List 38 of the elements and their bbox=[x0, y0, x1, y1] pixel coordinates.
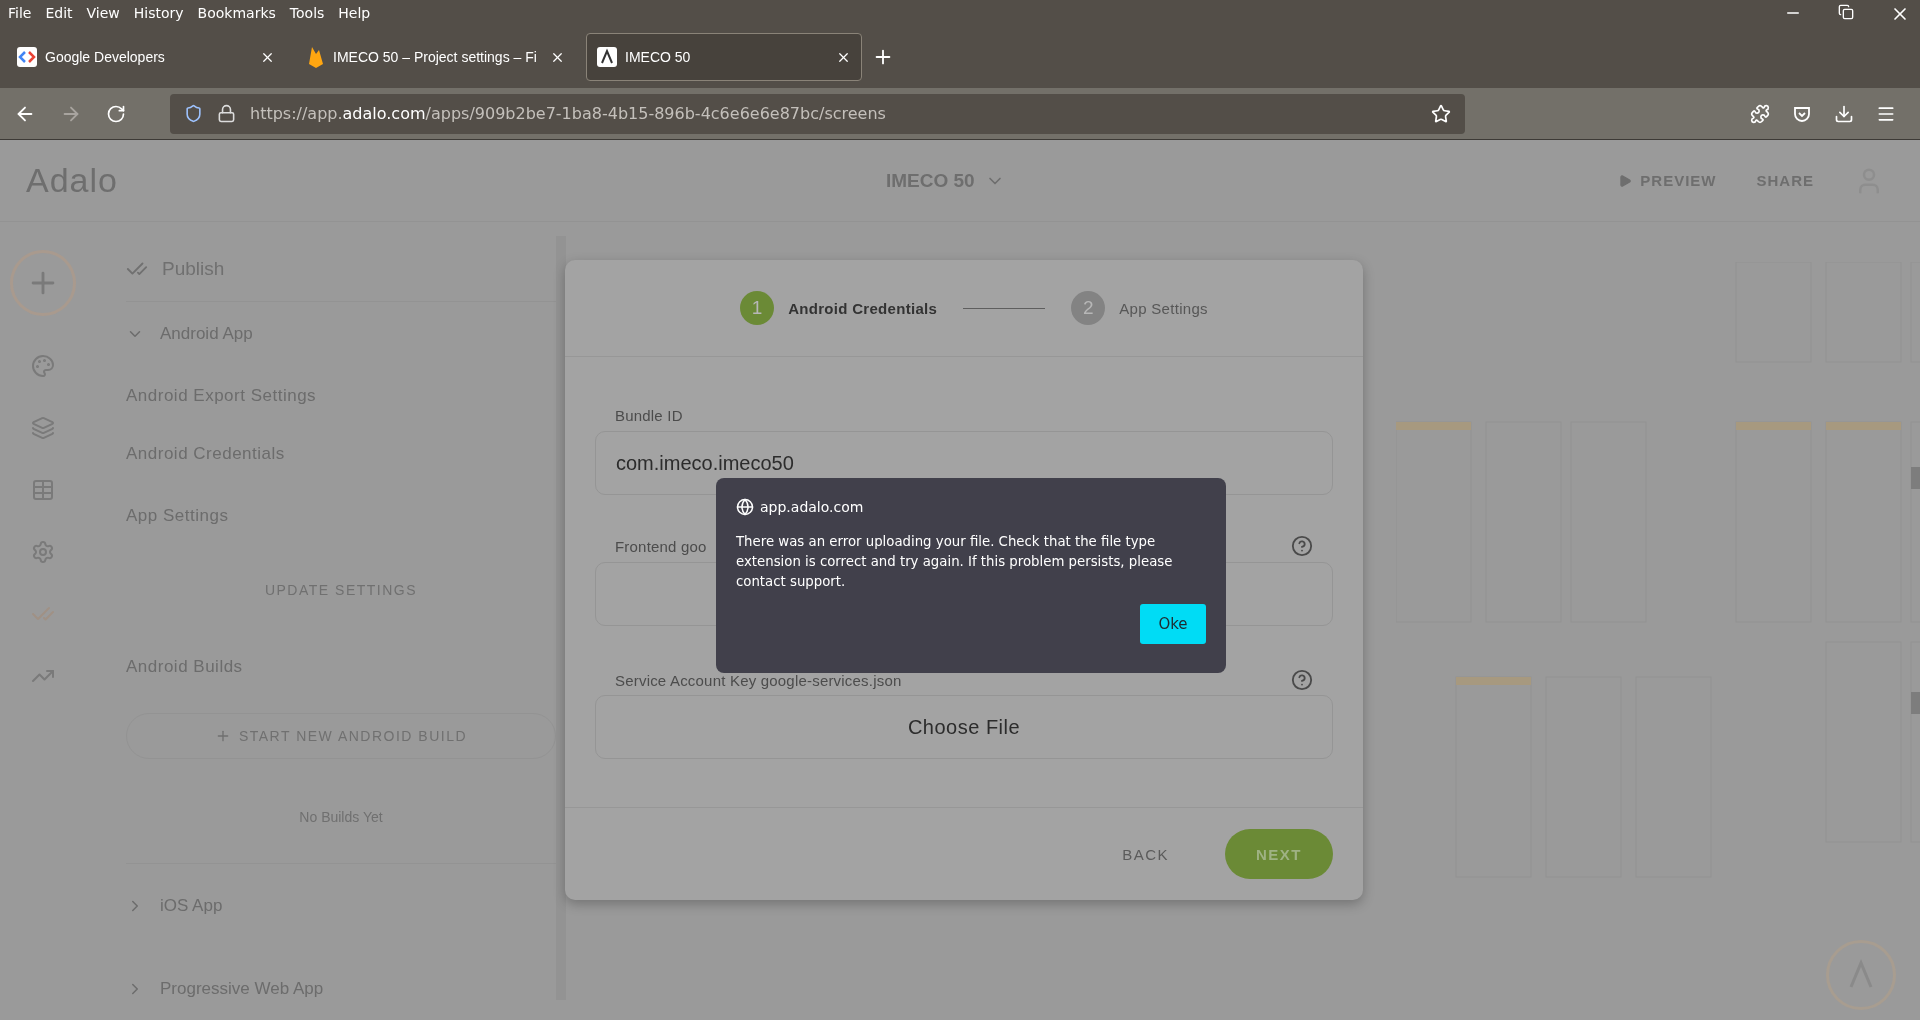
puzzle-icon[interactable] bbox=[1750, 103, 1770, 124]
menu-item[interactable]: View bbox=[86, 5, 120, 21]
tab-title: IMECO 50 bbox=[625, 49, 692, 65]
dialog-origin: app.adalo.com bbox=[760, 499, 864, 515]
step-label: Android Credentials bbox=[788, 299, 938, 317]
lock-icon bbox=[217, 104, 236, 123]
menu-item[interactable]: Edit bbox=[45, 5, 73, 21]
shield-icon bbox=[184, 104, 203, 123]
help-icon[interactable] bbox=[1291, 669, 1313, 691]
field-label: Service Account Key google-services.json bbox=[615, 671, 902, 689]
help-icon[interactable] bbox=[1291, 535, 1313, 557]
a-logo-icon bbox=[597, 47, 617, 67]
code-brackets-icon bbox=[17, 47, 37, 67]
tab-title: IMECO 50 – Project settings – Fi bbox=[333, 49, 538, 65]
menu-item[interactable]: Bookmarks bbox=[197, 5, 276, 21]
restore-icon[interactable] bbox=[1838, 4, 1854, 20]
browser-tab[interactable]: Google Developers bbox=[6, 33, 286, 81]
browser-tab[interactable]: IMECO 50 – Project settings – Fi bbox=[296, 33, 576, 81]
ok-button[interactable]: Oke bbox=[1140, 604, 1206, 644]
menu-item[interactable]: Tools bbox=[289, 5, 325, 21]
dialog-message: There was an error uploading your file. Check that the file type extension is correct and try again. If this problem persists, please contact support. bbox=[736, 533, 1174, 591]
file-field[interactable]: Choose File bbox=[595, 695, 1333, 759]
browser-tab[interactable]: IMECO 50 bbox=[586, 33, 862, 81]
menu-item[interactable]: Help bbox=[338, 5, 371, 21]
star-icon[interactable] bbox=[1431, 103, 1451, 124]
step-label: App Settings bbox=[1119, 299, 1208, 317]
menu-item[interactable]: History bbox=[133, 5, 184, 21]
reload-icon[interactable] bbox=[106, 103, 126, 124]
flame-icon bbox=[307, 46, 325, 68]
play-icon bbox=[1618, 173, 1633, 188]
download-icon[interactable] bbox=[1834, 103, 1854, 124]
field-label: Frontend goo bbox=[615, 537, 707, 555]
menu-item[interactable]: File bbox=[8, 5, 32, 21]
globe-icon bbox=[736, 498, 754, 516]
tab-title: Google Developers bbox=[45, 49, 166, 65]
field-label: Bundle ID bbox=[615, 406, 683, 424]
address-bar[interactable]: https://app.adalo.com/apps/909b2be7-1ba8-4b15-896b-4c6e6e6e87bc/screens bbox=[170, 93, 1465, 134]
step-number: 1 bbox=[740, 291, 775, 325]
